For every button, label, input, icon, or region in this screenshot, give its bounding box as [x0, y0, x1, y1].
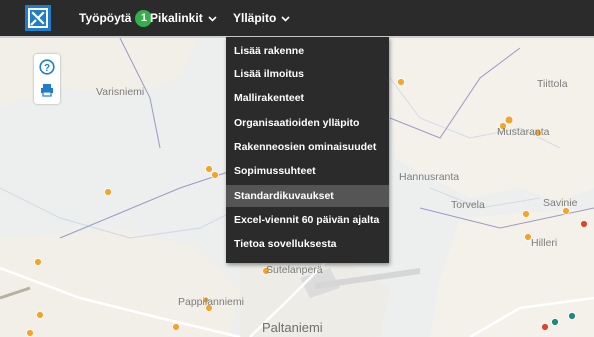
menu-item-add-notice[interactable]: Lisää ilmoitus: [226, 63, 389, 85]
menu-item-excel-exports[interactable]: Excel-viennit 60 päivän ajalta: [226, 209, 389, 231]
nav-maintenance-label: Ylläpito: [233, 11, 277, 25]
menu-item-add-structure[interactable]: Lisää rakenne: [226, 40, 389, 62]
nav-dashboard-label: Työpöytä: [79, 11, 132, 25]
menu-item-contract-relations[interactable]: Sopimussuhteet: [226, 160, 389, 182]
place-label: Mustaranta: [497, 126, 550, 138]
chevron-down-icon: [208, 11, 217, 25]
help-icon: ?: [39, 59, 55, 75]
place-label: Savinie: [543, 197, 578, 209]
print-icon: [41, 84, 53, 97]
place-label: Hilleri: [531, 237, 558, 249]
nav-maintenance[interactable]: Ylläpito: [233, 10, 290, 26]
svg-text:?: ?: [44, 63, 50, 74]
menu-item-model-structures[interactable]: Mallirakenteet: [226, 87, 389, 109]
nav-dashboard[interactable]: Työpöytä 1: [79, 9, 153, 27]
place-label: Varisniemi: [96, 86, 145, 98]
place-label: Pappilanniemi: [178, 296, 244, 308]
menu-item-about-application[interactable]: Tietoa sovelluksesta: [226, 233, 389, 255]
place-label: Sutelanperä: [266, 264, 323, 276]
menu-item-organization-maintenance[interactable]: Organisaatioiden ylläpito: [226, 112, 389, 134]
nav-quicklinks-label: Pikalinkit: [150, 11, 203, 25]
top-navigation-bar: Työpöytä 1 Pikalinkit Ylläpito: [0, 0, 594, 38]
menu-item-standard-descriptions[interactable]: Standardikuvaukset: [226, 185, 389, 207]
place-label: Hannusranta: [399, 171, 460, 183]
maintenance-dropdown-menu: Lisää rakenne Lisää ilmoitus Mallirakent…: [226, 37, 389, 263]
map-tools-panel: ?: [34, 54, 60, 104]
app-logo[interactable]: [25, 5, 51, 31]
menu-item-component-properties[interactable]: Rakenneosien ominaisuudet: [226, 136, 389, 158]
place-label: Torvela: [451, 199, 485, 211]
place-label: Paltaniemi: [262, 320, 323, 335]
nav-quicklinks[interactable]: Pikalinkit: [150, 10, 217, 26]
place-label: Tiittola: [537, 78, 568, 90]
x-logo-icon: [28, 8, 48, 28]
help-button[interactable]: ?: [38, 58, 56, 76]
chevron-down-icon: [281, 11, 290, 25]
print-button[interactable]: [38, 81, 56, 99]
